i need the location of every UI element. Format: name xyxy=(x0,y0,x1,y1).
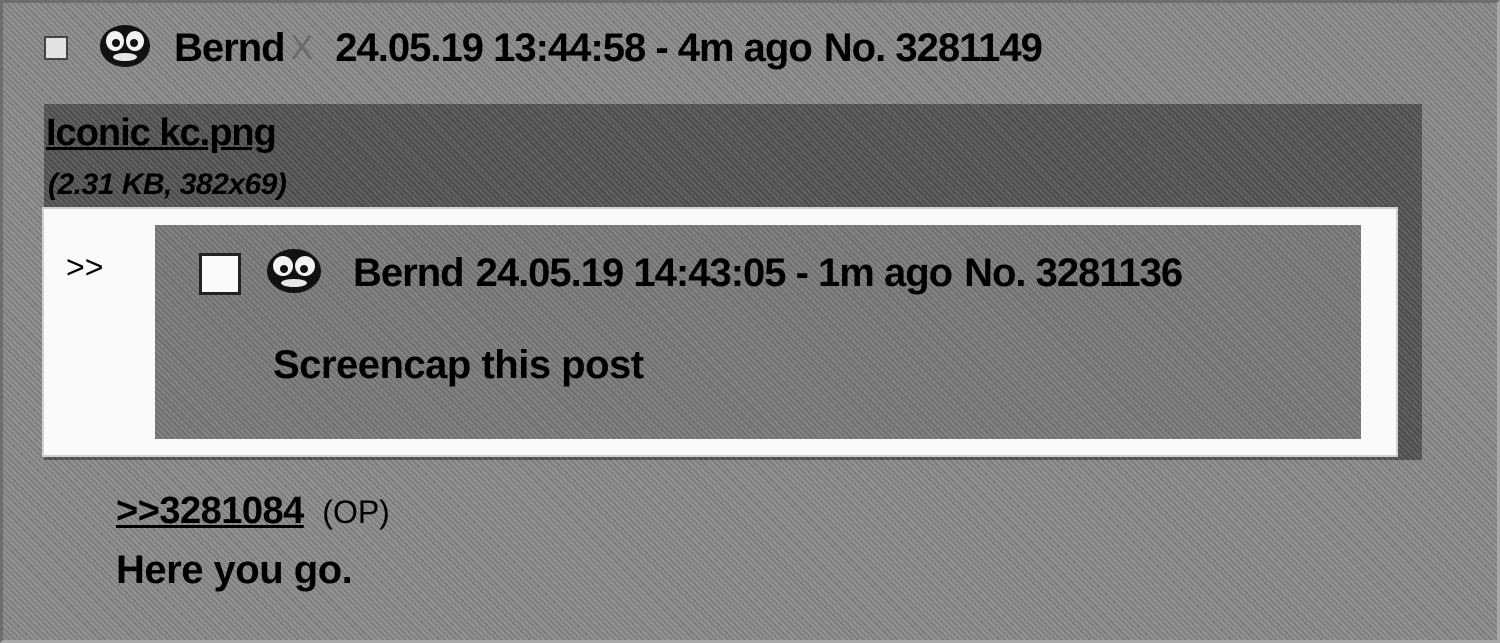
op-tag: (OP) xyxy=(322,494,390,530)
quoted-post: Bernd 24.05.19 14:43:05 - 1m ago No. 328… xyxy=(155,225,1361,439)
quote-arrows: >> xyxy=(66,249,104,285)
post-timestamp: 24.05.19 13:44:58 - 4m ago xyxy=(335,25,813,70)
quoted-post-header: Bernd 24.05.19 14:43:05 - 1m ago No. 328… xyxy=(199,247,1183,300)
bernd-face-icon xyxy=(98,23,152,74)
file-info: (2.31 KB, 382x69) xyxy=(48,168,287,201)
file-name-link[interactable]: Iconic kc.png xyxy=(46,112,277,155)
post-number[interactable]: No. 3281149 xyxy=(824,26,1043,71)
quoted-post-preview: >> Bernd 24.05.19 14:43:05 - 1m ago No. … xyxy=(44,209,1396,455)
quoted-post-number[interactable]: No. 3281136 xyxy=(964,251,1183,296)
post-body: Here you go. xyxy=(116,548,353,592)
delete-mark-icon[interactable]: X xyxy=(291,29,314,68)
reply-link[interactable]: >>3281084 xyxy=(116,490,304,532)
post-select-checkbox[interactable] xyxy=(44,36,68,60)
quoted-post-timestamp: 24.05.19 14:43:05 - 1m ago xyxy=(475,251,954,295)
quoted-post-checkbox[interactable] xyxy=(199,252,241,295)
post-header: Bernd X 24.05.19 13:44:58 - 4m ago No. 3… xyxy=(44,18,1043,78)
poster-name: Bernd xyxy=(174,25,286,70)
quoted-poster-name: Bernd xyxy=(353,251,465,295)
quoted-post-body: Screencap this post xyxy=(273,343,644,387)
reply-reference: >>3281084 (OP) xyxy=(116,490,390,533)
bernd-face-icon xyxy=(265,247,323,300)
